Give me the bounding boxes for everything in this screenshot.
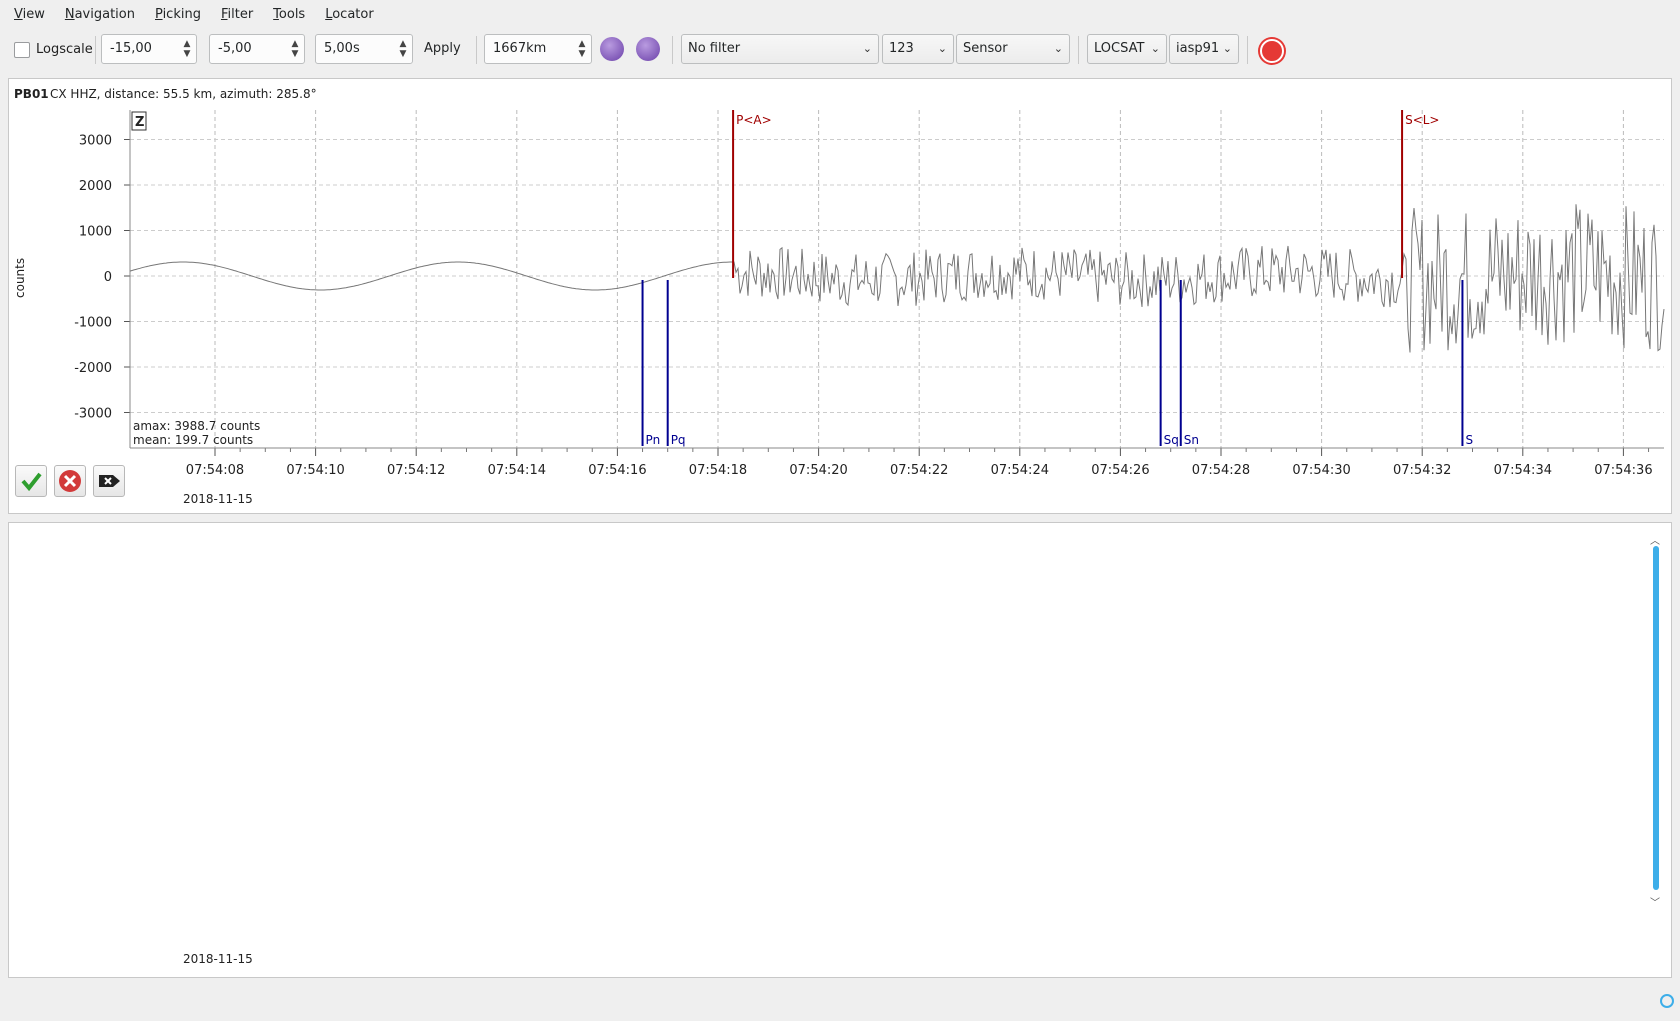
main-waveform xyxy=(129,204,1665,353)
theoretical-pick-label: Sn xyxy=(1184,433,1199,447)
accept-button[interactable] xyxy=(15,465,47,497)
x-tick-label: 07:54:30 xyxy=(1292,463,1350,478)
theoretical-pick-label: Pq xyxy=(671,433,686,447)
list-date-label: 2018-11-15 xyxy=(183,952,253,966)
x-tick-label: 07:54:10 xyxy=(286,463,344,478)
manual-pick-label: S<L> xyxy=(1405,113,1439,127)
y-tick-label: 2000 xyxy=(79,179,112,194)
y-tick-label: -1000 xyxy=(74,316,112,331)
theoretical-pick-label: Sq xyxy=(1164,433,1179,447)
theoretical-pick-label: S xyxy=(1465,433,1473,447)
x-tick-label: 07:54:32 xyxy=(1393,463,1451,478)
arrow-label-icon xyxy=(99,475,120,487)
scroll-up-icon[interactable]: ︿ xyxy=(1650,532,1660,547)
y-tick-label: -3000 xyxy=(74,407,112,422)
x-tick-label: 07:54:26 xyxy=(1091,463,1149,478)
y-tick-label: 1000 xyxy=(79,225,112,240)
scrollbar-handle[interactable] xyxy=(1653,546,1659,890)
manual-pick-label: P<A> xyxy=(736,113,772,127)
main-amax-label: amax: 3988.7 counts xyxy=(133,419,260,433)
main-date-label: 2018-11-15 xyxy=(183,492,253,506)
cancel-icon xyxy=(59,470,81,492)
checkmark-icon xyxy=(21,472,42,492)
x-tick-label: 07:54:28 xyxy=(1192,463,1250,478)
x-tick-label: 07:54:22 xyxy=(890,463,948,478)
theoretical-pick-label: Pn xyxy=(646,433,661,447)
y-tick-label: 3000 xyxy=(79,134,112,149)
status-indicator-icon xyxy=(1660,994,1674,1008)
x-tick-label: 07:54:24 xyxy=(991,463,1049,478)
x-tick-label: 07:54:36 xyxy=(1594,463,1652,478)
x-tick-label: 07:54:14 xyxy=(488,463,546,478)
reject-button[interactable] xyxy=(54,465,86,497)
x-tick-label: 07:54:34 xyxy=(1494,463,1552,478)
x-tick-label: 07:54:08 xyxy=(186,463,244,478)
commit-button[interactable] xyxy=(93,465,125,497)
scroll-down-icon[interactable]: ﹀ xyxy=(1650,894,1660,909)
station-scrollbar[interactable]: ︿ ﹀ xyxy=(1650,532,1662,912)
y-tick-label: -2000 xyxy=(74,361,112,376)
y-tick-label: 0 xyxy=(104,270,112,285)
x-tick-label: 07:54:18 xyxy=(689,463,747,478)
x-tick-label: 07:54:16 xyxy=(588,463,646,478)
main-mean-label: mean: 199.7 counts xyxy=(133,433,253,447)
x-tick-label: 07:54:20 xyxy=(789,463,847,478)
x-tick-label: 07:54:12 xyxy=(387,463,445,478)
station-list-panel xyxy=(8,522,1672,978)
component-label: Z xyxy=(135,115,144,130)
